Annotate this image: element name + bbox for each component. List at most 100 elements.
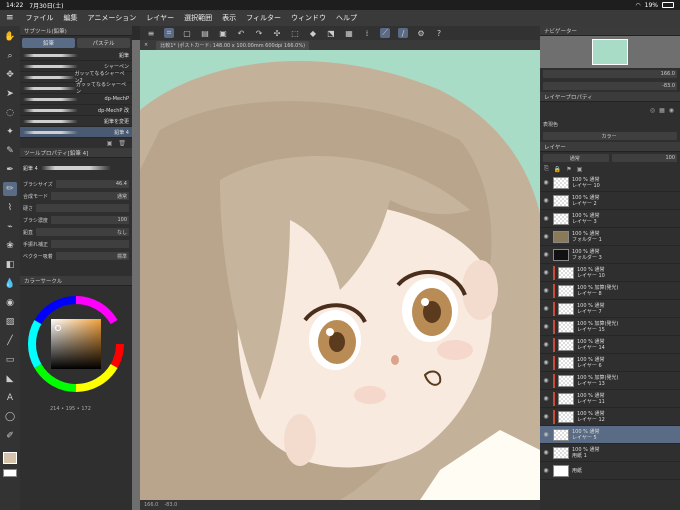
visibility-eye-icon[interactable]: ◉ [542, 377, 550, 384]
tab-pencil[interactable]: 鉛筆 [22, 38, 75, 48]
vector-value[interactable]: 標準 [55, 252, 129, 260]
deselect-icon[interactable]: ✣ [272, 28, 282, 38]
fill-tool-icon[interactable]: ◉ [3, 296, 17, 310]
color-circle[interactable] [20, 286, 132, 406]
grid-icon[interactable]: ▦ [344, 28, 354, 38]
prop-hardness[interactable]: 硬さ [20, 202, 132, 214]
correction-icon[interactable]: ✐ [3, 429, 17, 443]
layer-blend-select[interactable]: 通常 [543, 154, 609, 162]
visibility-eye-icon[interactable]: ◉ [542, 269, 550, 276]
prop-brush-size[interactable]: ブラシサイズ 46.4 [20, 178, 132, 190]
effect-tone-icon[interactable]: ▦ [659, 107, 665, 114]
undo-icon[interactable]: ↶ [236, 28, 246, 38]
delete-subtool-icon[interactable]: 🗑 [118, 140, 126, 147]
lasso-icon[interactable]: ◌ [3, 106, 17, 120]
new-file-icon[interactable]: ▢ [182, 28, 192, 38]
visibility-eye-icon[interactable]: ◉ [542, 413, 550, 420]
visibility-eye-icon[interactable]: ◉ [542, 215, 550, 222]
ruler-tool-icon[interactable]: ◣ [3, 372, 17, 386]
layer-row[interactable]: ◉ 100 % 加算(発光) レイヤー 15 [540, 318, 680, 336]
menu-icon[interactable]: ≡ [146, 28, 156, 38]
layer-row[interactable]: ◉ 100 % 通常 フォルダー 3 [540, 246, 680, 264]
brush-item[interactable]: 鉛筆を変更 [20, 116, 132, 127]
prop-density[interactable]: ブラシ濃度 100 [20, 214, 132, 226]
layer-row[interactable]: ◉ 100 % 通常 フォルダー 1 [540, 228, 680, 246]
brush-item[interactable]: 鉛筆 [20, 50, 132, 61]
menu-layer[interactable]: レイヤー [146, 13, 174, 23]
layer-row[interactable]: ◉ 100 % 通常 用紙 1 [540, 444, 680, 462]
angle-readout[interactable]: -83.0 [164, 502, 177, 508]
decoration-icon[interactable]: ❀ [3, 239, 17, 253]
menu-filter[interactable]: フィルター [246, 13, 281, 23]
close-doc-icon[interactable]: × [144, 42, 148, 48]
visibility-eye-icon[interactable]: ◉ [542, 251, 550, 258]
stabilizer-icon[interactable]: ∕ [398, 28, 408, 38]
gradient-icon[interactable]: ▨ [3, 315, 17, 329]
ruler-icon[interactable]: ⟋ [380, 28, 390, 38]
visibility-eye-icon[interactable]: ◉ [542, 449, 550, 456]
menu-selection[interactable]: 選択範囲 [184, 13, 212, 23]
quick-access-icon[interactable]: ⌗ [164, 28, 174, 38]
navigator-preview[interactable] [540, 36, 680, 68]
hand-icon[interactable]: ✋ [3, 30, 17, 44]
prop-blend-mode[interactable]: 合成モード 通常 [20, 190, 132, 202]
zoom-icon[interactable]: ⌕ [3, 49, 17, 63]
layer-row[interactable]: ◉ 100 % 通常 レイヤー 7 [540, 300, 680, 318]
snap-icon[interactable]: ⁞ [362, 28, 372, 38]
menu-help[interactable]: ヘルプ [336, 13, 357, 23]
layer-row[interactable]: ◉ 100 % 通常 レイヤー 11 [540, 390, 680, 408]
menu-file[interactable]: ファイル [26, 13, 54, 23]
layer-row[interactable]: ◉ 用紙 [540, 462, 680, 480]
move-icon[interactable]: ✥ [3, 68, 17, 82]
menu-view[interactable]: 表示 [222, 13, 236, 23]
color-wheel[interactable] [20, 286, 132, 406]
brush-size-value[interactable]: 46.4 [55, 180, 129, 188]
airbrush-icon[interactable]: ⌁ [3, 220, 17, 234]
visibility-eye-icon[interactable]: ◉ [542, 197, 550, 204]
brush-item[interactable]: dp-MechP 改 [20, 105, 132, 116]
navigator-zoom[interactable]: 166.0 [543, 70, 677, 78]
blend-icon[interactable]: 💧 [3, 277, 17, 291]
effect-color-icon[interactable]: ◉ [669, 107, 674, 114]
eyedropper-icon[interactable]: ✎ [3, 144, 17, 158]
text-icon[interactable]: A [3, 391, 17, 405]
prop-vertical[interactable]: 鉛直 なし [20, 226, 132, 238]
blend-mode-select[interactable]: 通常 [51, 192, 129, 200]
pen-icon[interactable]: ✒ [3, 163, 17, 177]
fill-icon[interactable]: ◆ [308, 28, 318, 38]
visibility-eye-icon[interactable]: ◉ [542, 233, 550, 240]
expression-color-select[interactable]: カラー [543, 132, 677, 140]
lock-icon[interactable]: 🔒 [554, 166, 561, 173]
settings-icon[interactable]: ⚙ [416, 28, 426, 38]
zoom-readout[interactable]: 166.0 [144, 502, 158, 508]
visibility-eye-icon[interactable]: ◉ [542, 395, 550, 402]
frame-icon[interactable]: ▭ [3, 353, 17, 367]
pencil-icon[interactable]: ✏ [3, 182, 17, 196]
layer-row[interactable]: ◉ 100 % 通常 レイヤー 5 [540, 426, 680, 444]
help-icon[interactable]: ? [434, 28, 444, 38]
visibility-eye-icon[interactable]: ◉ [542, 359, 550, 366]
effect-border-icon[interactable]: ◎ [650, 107, 655, 114]
visibility-eye-icon[interactable]: ◉ [542, 341, 550, 348]
app-menu-icon[interactable]: ≡ [6, 13, 14, 23]
eraser-icon[interactable]: ◧ [3, 258, 17, 272]
menu-animation[interactable]: アニメーション [88, 13, 137, 23]
layer-row[interactable]: ◉ 100 % 通常 レイヤー 10 [540, 264, 680, 282]
layer-row[interactable]: ◉ 100 % 通常 レイヤー 12 [540, 408, 680, 426]
open-file-icon[interactable]: ▤ [200, 28, 210, 38]
visibility-eye-icon[interactable]: ◉ [542, 287, 550, 294]
visibility-eye-icon[interactable]: ◉ [542, 467, 550, 474]
brush-item[interactable]: ガッッてなるシャーペン [20, 82, 132, 95]
operation-icon[interactable]: ➤ [3, 87, 17, 101]
visibility-eye-icon[interactable]: ◉ [542, 305, 550, 312]
visibility-eye-icon[interactable]: ◉ [542, 179, 550, 186]
layer-opacity[interactable]: 100 [611, 154, 677, 162]
hardness-slider[interactable] [36, 204, 129, 212]
clip-icon[interactable]: ⎘ [544, 165, 549, 173]
brush-item[interactable]: dp-MechP [20, 94, 132, 105]
prop-stabilization[interactable]: 手振れ補正 [20, 238, 132, 250]
brush-item-selected[interactable]: 鉛筆 4 [20, 127, 132, 138]
ref-icon[interactable]: ⚑ [566, 166, 571, 173]
main-color-swatch[interactable] [3, 452, 17, 464]
balloon-icon[interactable]: ◯ [3, 410, 17, 424]
